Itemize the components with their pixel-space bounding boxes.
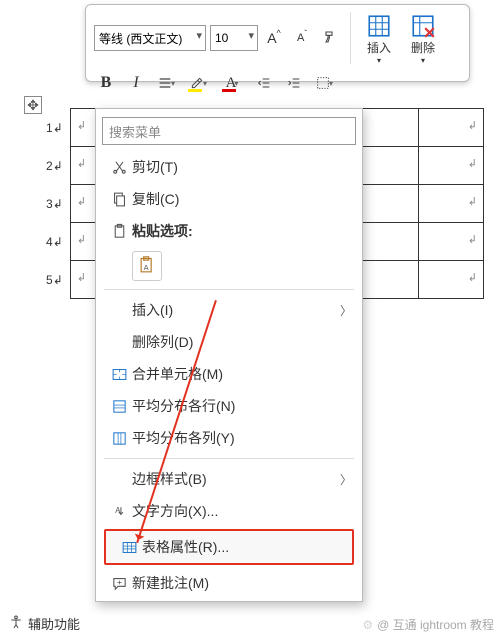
distribute-cols-icon (106, 430, 132, 447)
menu-item-table-properties[interactable]: 表格属性(R)... (106, 531, 352, 563)
indent-left-button[interactable] (252, 71, 276, 95)
menu-label: 复制(C) (132, 189, 352, 209)
bold-button[interactable]: B (94, 71, 118, 95)
menu-search-input[interactable]: 搜索菜单 (102, 117, 356, 145)
ribbon-row-2: B I ▾ ▾ A▾ ▾ (94, 71, 461, 95)
row-number: 1↲ (42, 109, 70, 147)
menu-item-insert[interactable]: 插入(I) 〉 (96, 294, 362, 326)
table-cell[interactable] (419, 185, 484, 223)
paste-option-text[interactable]: A (132, 251, 162, 281)
merge-icon (106, 366, 132, 383)
paintbrush-icon (322, 30, 338, 46)
svg-text:A: A (144, 263, 149, 272)
context-menu: 搜索菜单 剪切(T) 复制(C) 粘贴选项: A 插入(I) 〉 删除列(D) … (95, 108, 363, 602)
menu-label: 文字方向(X)... (132, 501, 352, 521)
text-direction-icon: A (106, 503, 132, 520)
table-cell[interactable] (419, 147, 484, 185)
menu-item-new-comment[interactable]: 新建批注(M) (96, 567, 362, 599)
indent-right-button[interactable] (282, 71, 306, 95)
menu-separator (104, 289, 354, 290)
font-color-button[interactable]: A▾ (218, 72, 246, 94)
mini-toolbar: A^ Aˇ 插入 ▾ 删除 ▾ B I ▾ ▾ A▾ ▾ (85, 4, 470, 82)
menu-item-delete-column[interactable]: 删除列(D) (96, 326, 362, 358)
menu-label: 剪切(T) (132, 157, 352, 177)
menu-item-distribute-cols[interactable]: 平均分布各列(Y) (96, 422, 362, 454)
table-cell[interactable] (419, 109, 484, 147)
watermark: @ 互通 ightroom 教程 (362, 616, 494, 633)
grow-font-button[interactable]: A^ (262, 26, 286, 50)
delete-label: 删除 (411, 39, 435, 56)
paste-options-row: A (96, 247, 362, 285)
menu-label: 新建批注(M) (132, 573, 352, 593)
insert-label: 插入 (367, 39, 391, 56)
accessibility-label: 辅助功能 (28, 614, 80, 633)
table-move-handle[interactable] (24, 96, 42, 114)
menu-label: 合并单元格(M) (132, 364, 352, 384)
paste-icon (106, 223, 132, 240)
menu-label: 平均分布各行(N) (132, 396, 352, 416)
submenu-arrow-icon: 〉 (340, 471, 352, 488)
menu-item-distribute-rows[interactable]: 平均分布各行(N) (96, 390, 362, 422)
highlighted-item: 表格属性(R)... (104, 529, 354, 565)
menu-label: 表格属性(R)... (142, 537, 342, 557)
delete-button[interactable]: 删除 ▾ (403, 11, 443, 65)
menu-separator (104, 458, 354, 459)
font-name-wrap (94, 25, 206, 51)
clipboard-a-icon: A (137, 256, 157, 276)
insert-button[interactable]: 插入 ▾ (359, 11, 399, 65)
shading-button[interactable]: ▾ (312, 71, 336, 95)
table-insert-icon (366, 13, 392, 39)
table-properties-icon (116, 539, 142, 556)
row-number: 3↲ (42, 185, 70, 223)
watermark-text: @ 互通 ightroom 教程 (377, 616, 494, 633)
status-bar-accessibility[interactable]: 辅助功能 (8, 614, 80, 633)
highlight-button[interactable]: ▾ (184, 72, 212, 94)
menu-item-paste-options: 粘贴选项: (96, 215, 362, 247)
ribbon-row-1: A^ Aˇ 插入 ▾ 删除 ▾ (94, 11, 461, 65)
menu-label: 粘贴选项: (132, 221, 352, 241)
font-size-select[interactable] (210, 25, 258, 51)
menu-item-cut[interactable]: 剪切(T) (96, 151, 362, 183)
menu-item-border-style[interactable]: 边框样式(B) 〉 (96, 463, 362, 495)
font-size-wrap (210, 25, 258, 51)
indent-right-icon (286, 75, 302, 91)
shrink-font-button[interactable]: Aˇ (290, 26, 314, 50)
table-cell[interactable] (419, 223, 484, 261)
menu-label: 删除列(D) (132, 332, 352, 352)
align-button[interactable]: ▾ (154, 71, 178, 95)
distribute-rows-icon (106, 398, 132, 415)
menu-item-copy[interactable]: 复制(C) (96, 183, 362, 215)
indent-left-icon (256, 75, 272, 91)
cut-icon (106, 159, 132, 176)
italic-button[interactable]: I (124, 71, 148, 95)
font-name-select[interactable] (94, 25, 206, 51)
menu-item-text-direction[interactable]: A 文字方向(X)... (96, 495, 362, 527)
menu-label: 边框样式(B) (132, 469, 352, 489)
copy-icon (106, 191, 132, 208)
table-delete-icon (410, 13, 436, 39)
menu-label: 平均分布各列(Y) (132, 428, 352, 448)
row-number: 5↲ (42, 261, 70, 299)
format-painter-button[interactable] (318, 26, 342, 50)
separator (350, 12, 351, 64)
accessibility-icon (8, 614, 24, 633)
table-cell[interactable] (419, 261, 484, 299)
submenu-arrow-icon: 〉 (340, 302, 352, 319)
row-number: 4↲ (42, 223, 70, 261)
comment-icon (106, 575, 132, 592)
menu-item-merge-cells[interactable]: 合并单元格(M) (96, 358, 362, 390)
row-number: 2↲ (42, 147, 70, 185)
menu-label: 插入(I) (132, 300, 352, 320)
